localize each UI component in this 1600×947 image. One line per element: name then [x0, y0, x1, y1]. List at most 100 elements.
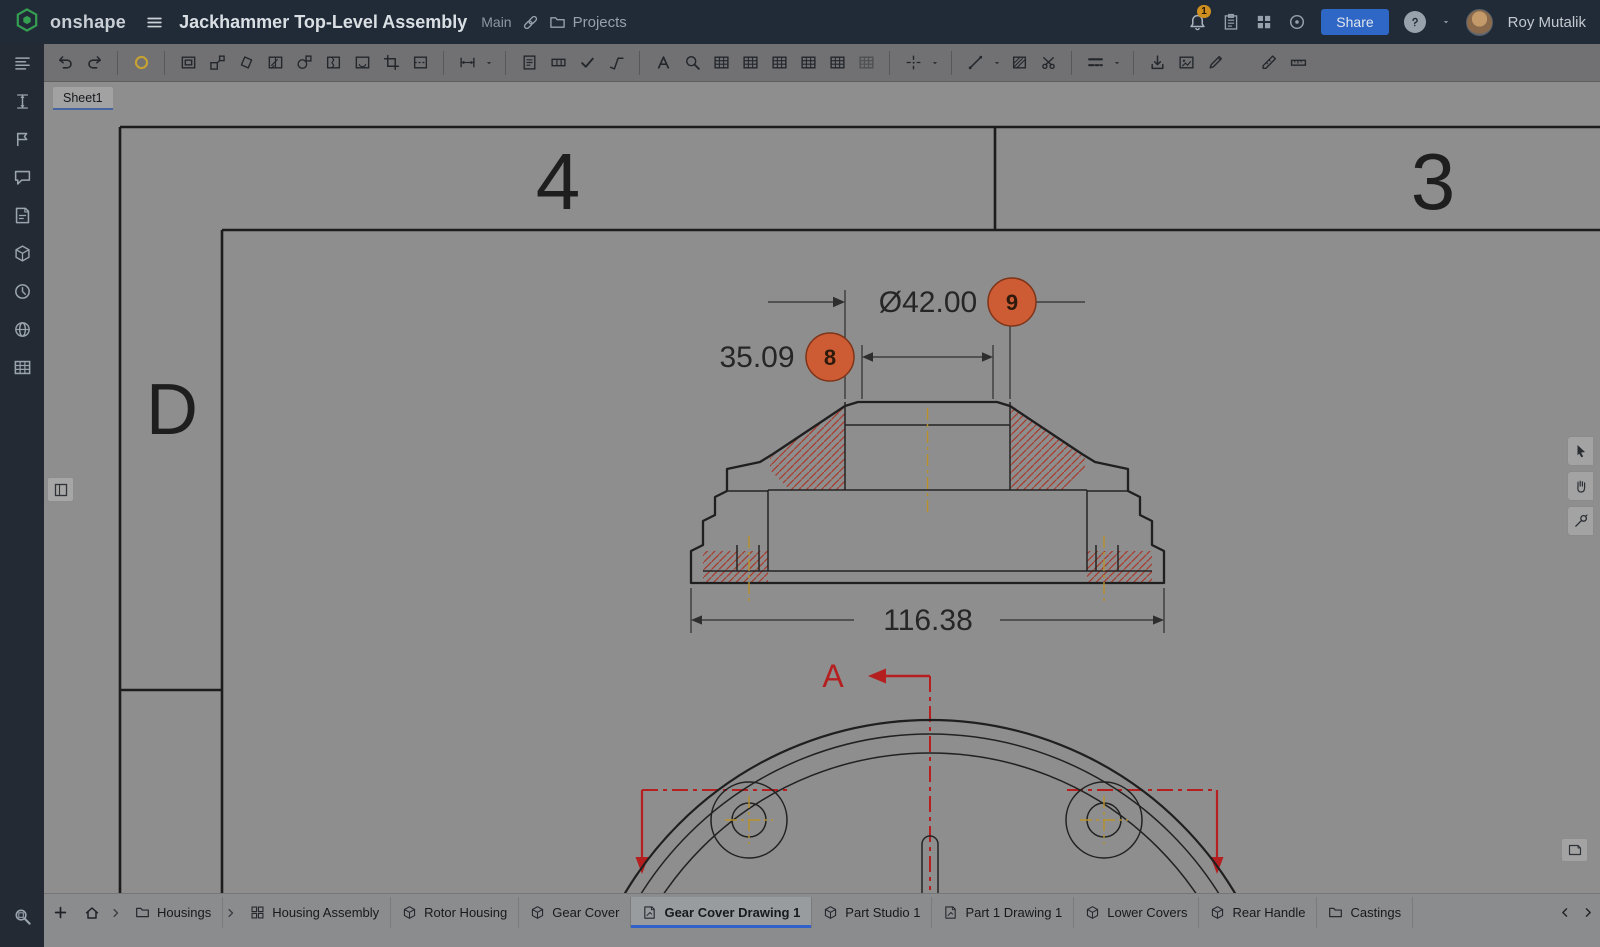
sheet-settings-icon[interactable]: [1561, 838, 1588, 862]
notifications-bell-icon[interactable]: 1: [1188, 13, 1207, 32]
app-grid-icon[interactable]: [1255, 13, 1273, 31]
table-button[interactable]: [708, 49, 734, 77]
broken-view-button[interactable]: [320, 49, 346, 77]
help-icon[interactable]: [1404, 11, 1426, 33]
sheet-border: 4 3 D: [120, 127, 1600, 893]
select-tool-icon[interactable]: [1567, 436, 1594, 466]
section-line-a[interactable]: A: [636, 658, 1224, 890]
breadcrumb[interactable]: Projects: [549, 14, 627, 31]
add-tab-button[interactable]: [44, 897, 76, 928]
notes-panel-icon[interactable]: [5, 198, 39, 232]
auxiliary-view-button[interactable]: [233, 49, 259, 77]
centerline-button[interactable]: [900, 49, 926, 77]
scroll-tabs-left-icon[interactable]: [1552, 897, 1576, 928]
bom-table-button[interactable]: [766, 49, 792, 77]
tab-gear-cover-drawing-1[interactable]: Gear Cover Drawing 1: [631, 897, 812, 928]
current-tool-indicator-icon[interactable]: [128, 49, 154, 77]
outline-panel-icon[interactable]: [5, 46, 39, 80]
tab-housings[interactable]: Housings: [124, 897, 223, 928]
line-button[interactable]: [962, 49, 988, 77]
settings-wrench-icon[interactable]: [1567, 506, 1594, 536]
tab-rear-handle[interactable]: Rear Handle: [1199, 897, 1317, 928]
centerline-caret-icon[interactable]: [929, 49, 941, 77]
dimension-overall-text[interactable]: 116.38: [883, 604, 973, 637]
pan-tool-icon[interactable]: [1567, 471, 1594, 501]
undo-button[interactable]: [52, 49, 78, 77]
styles-panel-icon[interactable]: [5, 122, 39, 156]
tasks-icon[interactable]: [1222, 13, 1240, 31]
redo-button[interactable]: [81, 49, 107, 77]
tables-panel-icon[interactable]: [5, 350, 39, 384]
drawing-canvas[interactable]: 4 3 D Ø42.00 35.09: [44, 82, 1600, 893]
comments-panel-icon[interactable]: [5, 160, 39, 194]
dimension-diameter-text[interactable]: Ø42.00: [879, 286, 977, 319]
tab-rotor-housing[interactable]: Rotor Housing: [391, 897, 519, 928]
insert-view-button[interactable]: [175, 49, 201, 77]
show-hidden-lines-button[interactable]: [407, 49, 433, 77]
section-view-geometry[interactable]: [691, 402, 1164, 602]
onshape-logo-icon[interactable]: [14, 7, 40, 38]
section-view-button[interactable]: [262, 49, 288, 77]
measure-button[interactable]: [1285, 49, 1311, 77]
history-panel-icon[interactable]: [5, 274, 39, 308]
tab-housing-assembly[interactable]: Housing Assembly: [239, 897, 391, 928]
onshape-wordmark: onshape: [50, 12, 126, 33]
text-tool-button[interactable]: [650, 49, 676, 77]
surface-finish-button[interactable]: [603, 49, 629, 77]
tab-part-studio-1[interactable]: Part Studio 1: [812, 897, 932, 928]
tab-castings[interactable]: Castings: [1317, 897, 1413, 928]
balloon-9[interactable]: 9: [988, 278, 1036, 326]
detail-view-button[interactable]: [291, 49, 317, 77]
user-avatar[interactable]: [1466, 9, 1493, 36]
toolbar-separator: [505, 51, 506, 75]
export-dxf-button[interactable]: [1144, 49, 1170, 77]
dimension-button[interactable]: [454, 49, 480, 77]
tab-lower-covers[interactable]: Lower Covers: [1074, 897, 1199, 928]
left-panel-rail: [0, 44, 44, 947]
drawing-toolbar: [44, 44, 1600, 82]
sketch-button[interactable]: [1202, 49, 1228, 77]
zoom-tools-icon[interactable]: [5, 899, 39, 933]
tab-home-button[interactable]: [76, 897, 108, 928]
toolbar-separator: [1133, 51, 1134, 75]
section-label[interactable]: A: [822, 658, 844, 694]
dimension-width-text[interactable]: 35.09: [719, 341, 794, 374]
note-button[interactable]: [516, 49, 542, 77]
tab-gear-cover[interactable]: Gear Cover: [519, 897, 631, 928]
share-button[interactable]: Share: [1321, 9, 1388, 35]
zoom-window-button[interactable]: [679, 49, 705, 77]
broken-out-section-view-button[interactable]: [349, 49, 375, 77]
dimension-caret-icon[interactable]: [483, 49, 495, 77]
dimension-width[interactable]: 35.09: [719, 341, 993, 399]
line-style-caret-icon[interactable]: [1111, 49, 1123, 77]
scroll-tabs-right-icon[interactable]: [1576, 897, 1600, 928]
pages-panel-toggle-icon[interactable]: [47, 477, 74, 502]
insert-image-button[interactable]: [1173, 49, 1199, 77]
link-icon[interactable]: [522, 14, 539, 31]
dimension-check-button[interactable]: [1256, 49, 1282, 77]
zone-row-d: D: [146, 370, 198, 450]
document-title[interactable]: Jackhammer Top-Level Assembly: [179, 12, 467, 33]
help-caret-icon[interactable]: [1441, 17, 1451, 27]
line-style-button[interactable]: [1082, 49, 1108, 77]
dimensions-panel-icon[interactable]: [5, 84, 39, 118]
hamburger-menu-icon[interactable]: [146, 14, 163, 31]
revision-table-button[interactable]: [795, 49, 821, 77]
hole-table-button[interactable]: [737, 49, 763, 77]
trim-button[interactable]: [1035, 49, 1061, 77]
projected-view-button[interactable]: [204, 49, 230, 77]
weld-table-button[interactable]: [824, 49, 850, 77]
geometric-tolerance-button[interactable]: [545, 49, 571, 77]
explore-panel-icon[interactable]: [5, 312, 39, 346]
sheet-tab[interactable]: Sheet1: [53, 87, 113, 110]
hatch-button[interactable]: [1006, 49, 1032, 77]
balloon-8[interactable]: 8: [806, 333, 854, 381]
parts-panel-icon[interactable]: [5, 236, 39, 270]
workspace-label[interactable]: Main: [481, 14, 511, 30]
line-caret-icon[interactable]: [991, 49, 1003, 77]
dimension-overall[interactable]: 116.38: [691, 588, 1164, 637]
datum-button[interactable]: [574, 49, 600, 77]
crop-view-button[interactable]: [378, 49, 404, 77]
tab-part-1-drawing-1[interactable]: Part 1 Drawing 1: [932, 897, 1074, 928]
learning-center-icon[interactable]: [1288, 13, 1306, 31]
